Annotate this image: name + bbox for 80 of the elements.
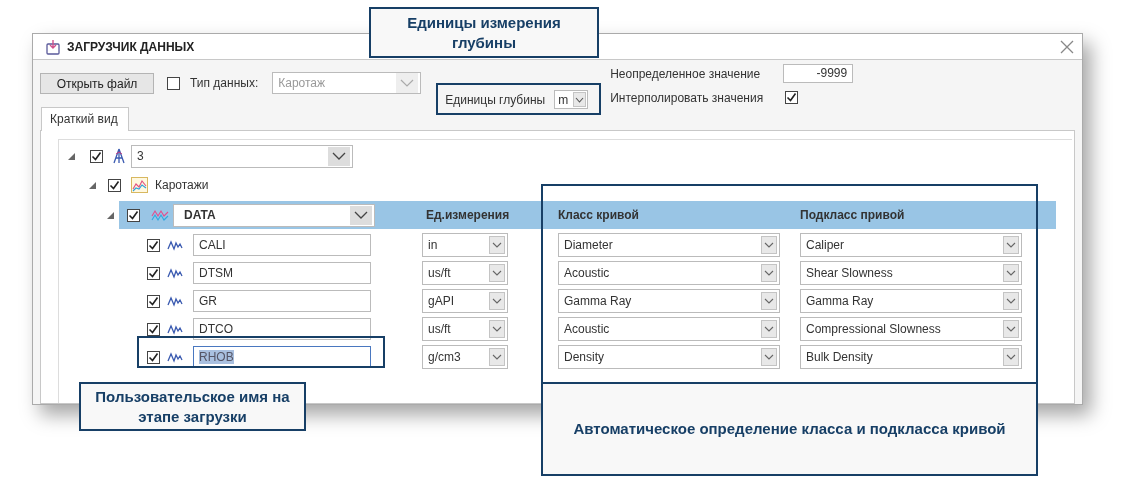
unit-dropdown[interactable]: us/ft	[422, 261, 508, 285]
import-icon	[45, 38, 61, 55]
class-dropdown[interactable]: Density	[558, 345, 780, 369]
tower-icon	[112, 148, 126, 164]
subclass-dropdown[interactable]: Bulk Density	[800, 345, 1022, 369]
checkbox[interactable]	[147, 322, 160, 336]
checkbox[interactable]	[90, 149, 103, 163]
checkbox[interactable]	[785, 91, 799, 104]
chevron-icon	[575, 96, 585, 103]
close-icon[interactable]	[1060, 39, 1074, 54]
checkbox[interactable]	[127, 208, 140, 222]
chevron-icon	[1006, 242, 1016, 248]
chevron-icon	[764, 326, 774, 332]
chevron-icon	[492, 242, 502, 248]
class-dropdown[interactable]: Acoustic	[558, 261, 780, 285]
tree-label[interactable]: Каротажи	[155, 178, 209, 192]
name-field[interactable]: DTSM	[193, 262, 371, 284]
wave-icon	[151, 208, 169, 222]
undefined-value-label: Неопределенное значение	[610, 66, 762, 81]
curve-icon	[167, 295, 183, 307]
chevron-icon	[764, 354, 774, 360]
subclass-dropdown[interactable]: Compressional Slowness	[800, 317, 1022, 341]
dataset-dropdown[interactable]: DATA	[173, 203, 375, 227]
unit-dropdown[interactable]: g/cm3	[422, 345, 508, 369]
header-row[interactable]: DATA Ед.измерения Класс кривой Подкласс привой	[119, 201, 1056, 229]
chevron-icon	[492, 270, 502, 276]
unit-dropdown[interactable]: in	[422, 233, 508, 257]
callout: Единицы измерения глубины	[369, 7, 599, 58]
curve-icon	[167, 267, 183, 279]
curve-icon	[167, 323, 183, 335]
class-dropdown[interactable]: Acoustic	[558, 317, 780, 341]
curve-icon	[167, 239, 183, 251]
depth-units-label: Единицы глубины	[445, 92, 546, 107]
well-dropdown[interactable]: 3	[131, 144, 353, 168]
window-title: ЗАГРУЗЧИК ДАННЫХ	[67, 39, 195, 54]
expander-icon[interactable]	[89, 181, 96, 189]
column-header: Ед.измерения	[425, 208, 511, 222]
chevron-icon	[354, 211, 368, 219]
checkbox[interactable]	[108, 178, 121, 192]
class-dropdown[interactable]: Diameter	[558, 233, 780, 257]
subclass-dropdown[interactable]: Gamma Ray	[800, 289, 1022, 313]
chevron-icon	[332, 152, 346, 160]
chevron-icon	[1006, 270, 1016, 276]
chevron-icon	[764, 298, 774, 304]
tab[interactable]: Краткий вид	[41, 107, 129, 131]
subclass-dropdown[interactable]: Caliper	[800, 233, 1022, 257]
curve-icon	[167, 351, 183, 363]
chevron-icon	[1006, 354, 1016, 360]
name-field[interactable]: CALI	[193, 234, 371, 256]
chevron-icon	[492, 354, 502, 360]
callout: Автоматическое определение класса и подкласса кривой	[541, 382, 1038, 476]
chevron-icon	[764, 242, 774, 248]
name-field[interactable]: GR	[193, 290, 371, 312]
checkbox[interactable]	[147, 294, 160, 308]
undefined-value-field[interactable]: -9999	[783, 64, 854, 83]
chevron-icon	[492, 326, 502, 332]
interpolate-label: Интерполировать значения	[610, 90, 765, 105]
expander-icon[interactable]	[107, 211, 114, 219]
data-type-label: Тип данных:	[190, 76, 259, 90]
checkbox[interactable]	[147, 350, 160, 364]
chart-icon	[131, 177, 148, 193]
chevron-icon	[1006, 298, 1016, 304]
chevron-icon	[764, 270, 774, 276]
unit-dropdown[interactable]: gAPI	[422, 289, 508, 313]
unit-dropdown[interactable]: us/ft	[422, 317, 508, 341]
column-header: Класс кривой	[558, 208, 640, 222]
checkbox[interactable]	[147, 266, 160, 280]
expander-icon[interactable]	[68, 152, 75, 160]
subclass-dropdown[interactable]: Shear Slowness	[800, 261, 1022, 285]
column-header: Подкласс привой	[800, 208, 906, 222]
callout: Пользовательское имя на этапе загрузки	[79, 382, 306, 431]
checkbox[interactable]	[147, 238, 160, 252]
chevron-icon	[492, 298, 502, 304]
name-field[interactable]: DTCO	[193, 318, 371, 340]
name-field[interactable]: RHOB	[193, 346, 371, 368]
chevron-icon	[400, 79, 415, 87]
chevron-icon	[1006, 326, 1016, 332]
open-file-button[interactable]: Открыть файл	[40, 73, 154, 94]
depth-units-dropdown[interactable]: m	[554, 90, 589, 109]
class-dropdown[interactable]: Gamma Ray	[558, 289, 780, 313]
